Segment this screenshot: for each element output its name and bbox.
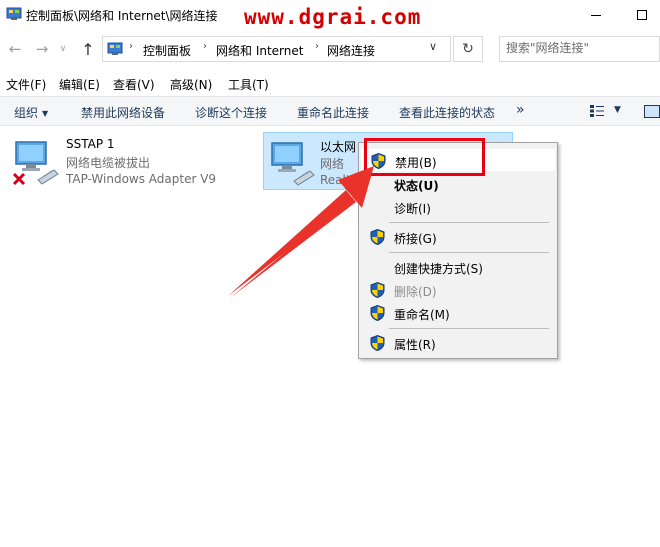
address-dropdown-chevron-icon[interactable]: ∨ <box>429 40 437 53</box>
menu-edit[interactable]: 编辑(E) <box>59 76 100 93</box>
organize-label: 组织 <box>14 106 39 120</box>
disable-device-button[interactable]: 禁用此网络设备 <box>81 104 165 121</box>
context-menu-label: 状态(U) <box>394 179 439 193</box>
context-menu-item-bridge[interactable]: 桥接(G) <box>361 226 555 248</box>
refresh-button[interactable]: ↻ <box>453 36 483 62</box>
connection-device: Realtek <box>320 173 356 187</box>
view-options-icon[interactable] <box>590 105 604 117</box>
connection-name: 以太网 <box>320 140 357 154</box>
uac-shield-icon <box>370 305 385 321</box>
up-arrow-icon[interactable]: ↑ <box>78 39 98 59</box>
address-bar[interactable]: › 控制面板 › 网络和 Internet › 网络连接 ∨ <box>102 36 451 62</box>
context-menu-item-status[interactable]: 状态(U) <box>361 173 555 195</box>
breadcrumb-network-connections[interactable]: 网络连接 <box>327 42 375 59</box>
caret-down-icon: ▼ <box>42 109 49 118</box>
menu-separator <box>389 222 549 223</box>
menu-view[interactable]: 查看(V) <box>113 76 155 93</box>
minimize-button[interactable] <box>574 0 618 30</box>
context-menu-label: 删除(D) <box>394 285 437 299</box>
network-adapter-icon <box>271 142 315 186</box>
watermark-text: www.dgrai.com <box>244 5 422 29</box>
connection-status: 网络 <box>320 157 345 171</box>
uac-shield-icon <box>370 282 385 298</box>
menu-separator <box>389 328 549 329</box>
window-title: 控制面板\网络和 Internet\网络连接 <box>26 9 218 23</box>
minimize-icon <box>591 14 601 16</box>
context-menu-label: 诊断(I) <box>394 202 431 216</box>
control-panel-icon <box>6 7 22 20</box>
highlight-annotation-box <box>364 138 485 176</box>
maximize-icon <box>637 10 647 20</box>
context-menu-item-create-shortcut[interactable]: 创建快捷方式(S) <box>361 256 555 278</box>
context-menu-label: 重命名(M) <box>394 308 450 322</box>
recent-locations-chevron-icon[interactable]: ∨ <box>56 39 70 59</box>
command-bar: 组织 ▼ 禁用此网络设备 诊断这个连接 重命名此连接 查看此连接的状态 » ▼ <box>0 96 660 126</box>
search-input[interactable] <box>506 41 656 55</box>
breadcrumb-control-panel[interactable]: 控制面板 <box>143 42 191 59</box>
menu-file[interactable]: 文件(F) <box>6 76 46 93</box>
menu-bar: 文件(F) 编辑(E) 查看(V) 高级(N) 工具(T) <box>0 72 660 94</box>
context-menu-item-rename[interactable]: 重命名(M) <box>361 302 555 324</box>
diagnose-connection-button[interactable]: 诊断这个连接 <box>195 104 267 121</box>
context-menu-item-diagnose[interactable]: 诊断(I) <box>361 196 555 218</box>
address-row: ← → ∨ ↑ › 控制面板 › 网络和 Internet › 网络连接 ∨ ↻ <box>0 33 660 65</box>
context-menu-label: 属性(R) <box>394 338 436 352</box>
chevron-right-icon[interactable]: › <box>203 41 207 52</box>
search-box[interactable] <box>499 36 660 62</box>
forward-arrow-icon[interactable]: → <box>32 39 52 59</box>
connection-item-sstap[interactable]: SSTAP 1 网络电缆被拔出 TAP-Windows Adapter V9 <box>4 132 254 190</box>
breadcrumb-network-internet[interactable]: 网络和 Internet <box>216 42 303 59</box>
context-menu-label: 创建快捷方式(S) <box>394 262 483 276</box>
menu-separator <box>389 252 549 253</box>
network-adapter-disconnected-icon <box>12 141 59 186</box>
connection-status: 网络电缆被拔出 <box>66 156 151 170</box>
view-status-button[interactable]: 查看此连接的状态 <box>399 104 495 121</box>
rename-connection-button[interactable]: 重命名此连接 <box>297 104 369 121</box>
control-panel-icon <box>107 42 123 55</box>
chevron-right-icon[interactable]: › <box>129 41 133 52</box>
back-arrow-icon[interactable]: ← <box>5 39 25 59</box>
preview-pane-icon[interactable] <box>644 105 660 118</box>
context-menu-item-delete[interactable]: 删除(D) <box>361 279 555 301</box>
title-bar: 控制面板\网络和 Internet\网络连接 www.dgrai.com <box>0 0 660 30</box>
context-menu-label: 桥接(G) <box>394 232 437 246</box>
refresh-icon: ↻ <box>462 41 474 57</box>
connection-device: TAP-Windows Adapter V9 <box>66 172 217 186</box>
uac-shield-icon <box>370 335 385 351</box>
chevron-right-icon[interactable]: › <box>315 41 319 52</box>
context-menu-item-properties[interactable]: 属性(R) <box>361 332 555 354</box>
uac-shield-icon <box>370 229 385 245</box>
organize-button[interactable]: 组织 ▼ <box>14 104 48 121</box>
menu-tools[interactable]: 工具(T) <box>228 76 269 93</box>
maximize-button[interactable] <box>620 0 660 30</box>
caret-down-icon[interactable]: ▼ <box>614 105 621 115</box>
more-commands-icon[interactable]: » <box>516 102 525 118</box>
connection-name: SSTAP 1 <box>66 137 115 151</box>
menu-advanced[interactable]: 高级(N) <box>170 76 212 93</box>
